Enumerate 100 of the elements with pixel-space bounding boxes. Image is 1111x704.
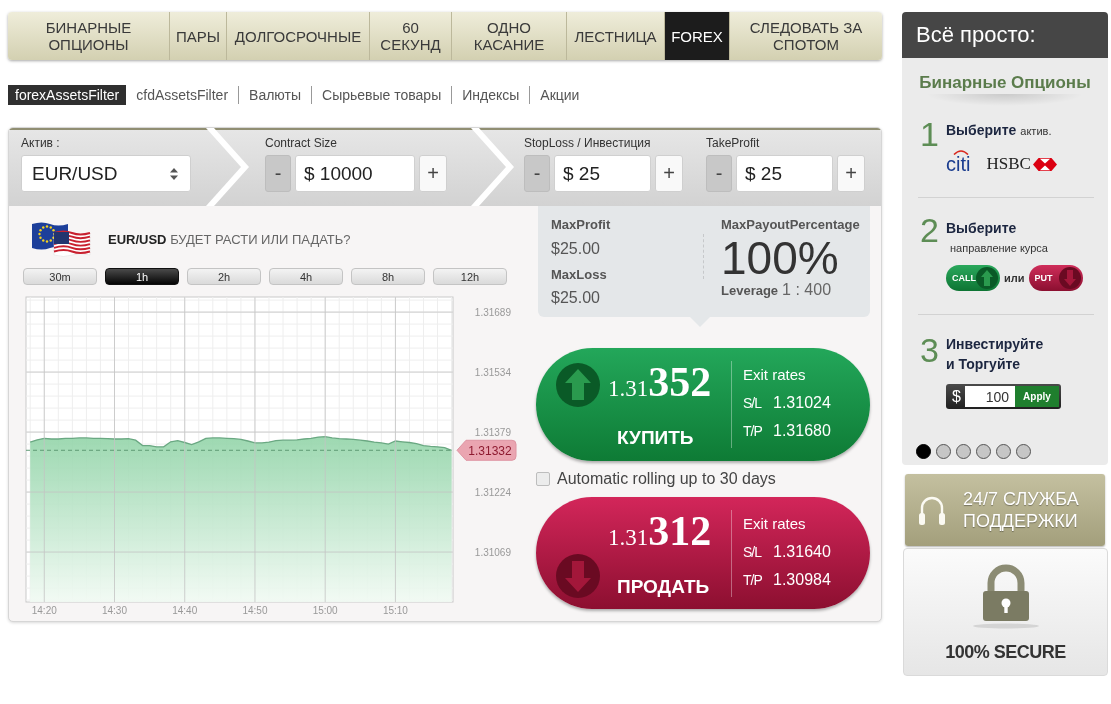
timeframe-button[interactable]: 8h (351, 268, 425, 285)
sort-icon (170, 167, 178, 180)
nav-tab[interactable]: FOREX (665, 12, 730, 60)
nav-tab[interactable]: 60 СЕКУНД (370, 12, 452, 60)
nav-tab[interactable]: БИНАРНЫЕ ОПЦИОНЫ (8, 12, 170, 60)
step-number: 1 (920, 118, 940, 155)
nav-tab[interactable]: СЛЕДОВАТЬ ЗА СПОТОМ (730, 12, 882, 60)
axis-label: 14:40 (172, 605, 198, 616)
amount-field[interactable]: $ 10000 (295, 155, 415, 192)
or-text: или (1004, 272, 1025, 284)
arc-icon (953, 149, 969, 155)
timeframe-button[interactable]: 1h (105, 268, 179, 285)
logo-text: HSBC (986, 153, 1031, 175)
arrow-down-icon (556, 554, 600, 598)
axis-label: 14:50 (242, 605, 268, 616)
step-note: актив. (1020, 125, 1052, 137)
filter-tab[interactable]: Индексы (451, 86, 530, 104)
decrement-button[interactable]: - (706, 155, 732, 192)
axis-label: 15:10 (382, 605, 408, 616)
decrement-button[interactable]: - (265, 155, 291, 192)
field-label: Актив : (21, 136, 61, 150)
axis-label: 1.31689 (474, 307, 511, 319)
nav-tab[interactable]: ДОЛГОСРОЧНЫЕ (227, 12, 370, 60)
rate-value: 1.31680 (773, 422, 831, 440)
rate-value: 1.31640 (773, 543, 831, 561)
step-number: 3 (920, 334, 940, 371)
carousel-dot[interactable] (996, 444, 1011, 459)
asset-select[interactable]: EUR/USD (21, 155, 191, 192)
axis-label: 1.31069 (474, 547, 511, 559)
call-label: CALL (952, 273, 976, 283)
increment-button[interactable]: + (837, 155, 865, 192)
stat-label: MaxLoss (551, 267, 608, 283)
filter-tab[interactable]: Акции (529, 86, 590, 104)
timeframe-button[interactable]: 4h (269, 268, 343, 285)
rate-value: 1.31024 (773, 394, 831, 412)
step-title: Выберите (946, 122, 1017, 138)
rate-label: T/P (743, 572, 763, 588)
stat-value: $25.00 (551, 240, 601, 258)
rate-label: S/L (743, 544, 763, 560)
field-label: Contract Size (265, 136, 339, 150)
timeframe-button[interactable]: 2h (187, 268, 261, 285)
carousel-dot[interactable] (956, 444, 971, 459)
carousel-dot[interactable] (916, 444, 931, 459)
increment-button[interactable]: + (419, 155, 447, 192)
nav-tab[interactable]: ПАРЫ (170, 12, 227, 60)
rate-label: T/P (743, 423, 763, 439)
axis-label: 1.31379 (474, 427, 511, 439)
increment-button[interactable]: + (655, 155, 683, 192)
carousel-dot[interactable] (1016, 444, 1031, 459)
buy-button[interactable]: 1.31352 КУПИТЬ Exit rates S/L 1.31024 T/P 1.31680 (536, 348, 870, 461)
step-number: 2 (920, 214, 940, 251)
filter-tab[interactable]: cfdAssetsFilter (126, 86, 239, 104)
checkbox-label: Automatic rolling up to 30 days (557, 470, 776, 488)
apply-button[interactable]: Apply (1015, 386, 1059, 407)
checkbox[interactable] (536, 472, 550, 486)
arrow-up-icon (556, 363, 600, 407)
field-label: TakeProfit (706, 136, 761, 150)
axis-label: 14:30 (101, 605, 127, 616)
step-title: Инвестируйте и Торгуйте (946, 335, 1044, 374)
step-title: Выберите (946, 221, 1018, 235)
hexagon-icon (1032, 157, 1057, 171)
field-label: StopLoss / Инвестиция (524, 136, 652, 150)
sidebar-subtitle: Бинарные Опционы (918, 72, 1092, 94)
secure-label: 100% SECURE (945, 641, 1066, 663)
chart-title: EUR/USD БУДЕТ РАСТИ ИЛИ ПАДАТЬ? (108, 231, 351, 247)
price-quote: 1.31312 (608, 508, 712, 556)
axis-label: 1.31534 (474, 367, 511, 379)
carousel-dot[interactable] (976, 444, 991, 459)
ref-line-label: 1.31332 (468, 443, 513, 458)
filter-tab[interactable]: Сырьевые товары (311, 86, 452, 104)
filter-tab[interactable]: Валюты (238, 86, 312, 104)
decrement-button[interactable]: - (524, 155, 550, 192)
stat-label: MaxProfit (551, 217, 612, 233)
payout-value: 100% (721, 235, 840, 281)
current-price-tag: 1.31332 (456, 439, 517, 461)
exit-rates-title: Exit rates (743, 366, 807, 384)
stat-label: MaxPayoutPercentage (721, 217, 860, 233)
axis-label: 15:00 (312, 605, 338, 616)
price-quote: 1.31352 (608, 359, 712, 407)
sidebar-title: Всё просто: (902, 12, 1108, 58)
arrow-up-icon (976, 267, 998, 289)
axis-label: 14:20 (31, 605, 57, 616)
amount-field[interactable]: 100 (965, 386, 1015, 407)
amount-field[interactable]: $ 25 (554, 155, 651, 192)
timeframe-button[interactable]: 30m (23, 268, 97, 285)
arrow-down-icon (1058, 267, 1081, 289)
nav-tab[interactable]: ОДНО КАСАНИЕ (452, 12, 567, 60)
action-label: КУПИТЬ (617, 427, 694, 449)
put-label: PUT (1034, 273, 1053, 283)
rate-value: 1.30984 (773, 571, 831, 589)
filter-tab[interactable]: forexAssetsFilter (8, 85, 127, 105)
amount-field[interactable]: $ 25 (736, 155, 833, 192)
timeframe-button[interactable]: 12h (433, 268, 507, 285)
axis-label: 1.31224 (474, 487, 511, 499)
stat-value: $25.00 (551, 289, 601, 307)
stat-label: Leverage (721, 283, 779, 298)
exit-rates-title: Exit rates (743, 515, 807, 533)
currency-symbol: $ (951, 387, 962, 406)
sell-button[interactable]: 1.31312 ПРОДАТЬ Exit rates S/L 1.31640 T/P 1.30984 (536, 497, 870, 609)
carousel-dot[interactable] (936, 444, 951, 459)
